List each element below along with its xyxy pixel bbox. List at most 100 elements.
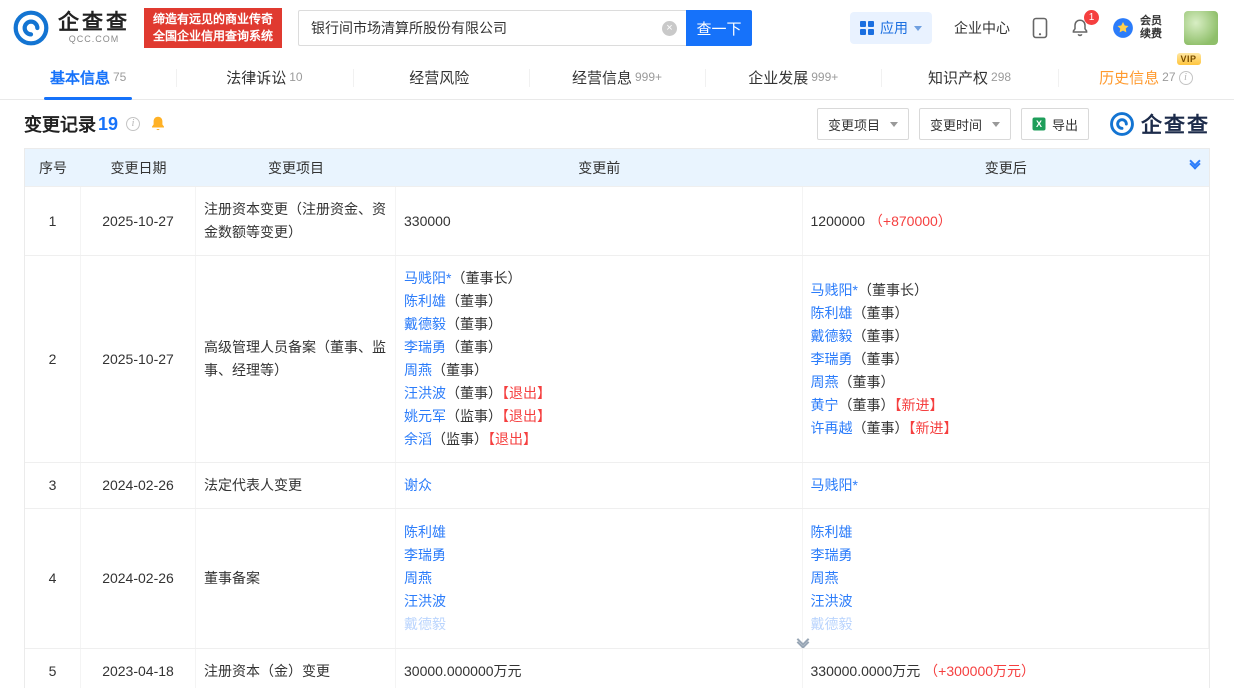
clear-search-icon[interactable]: × — [662, 21, 677, 36]
tab-development[interactable]: 企业发展 999+ — [705, 56, 881, 99]
person-link[interactable]: 马贱阳* — [811, 282, 858, 298]
person-link[interactable]: 姚元军 — [404, 408, 446, 424]
person-link[interactable]: 周燕 — [404, 362, 432, 378]
phone-icon — [1032, 17, 1048, 39]
person-link[interactable]: 李瑞勇 — [404, 339, 446, 355]
tab-label: 企业发展 — [748, 67, 808, 88]
person-link[interactable]: 陈利雄 — [404, 293, 446, 309]
cell-before: 谢众 — [396, 463, 803, 508]
col-header-after: 变更后 — [803, 158, 1210, 178]
cell-text: （董事长） — [858, 282, 928, 298]
cell-text: （董事） — [839, 374, 895, 390]
person-link[interactable]: 李瑞勇 — [404, 547, 446, 563]
tab-risk[interactable]: 经营风险 — [353, 56, 529, 99]
info-icon[interactable]: i — [126, 117, 140, 131]
tab-count: 10 — [289, 70, 302, 84]
cell-seq: 2 — [25, 256, 81, 462]
person-link[interactable]: 陈利雄 — [811, 524, 853, 540]
filter-change-time[interactable]: 变更时间 — [919, 108, 1011, 140]
tab-basic-info[interactable]: 基本信息 75 — [0, 56, 176, 99]
person-link[interactable]: 李瑞勇 — [811, 547, 853, 563]
cell-line: 周燕（董事） — [811, 371, 1202, 394]
table-row: 32024-02-26法定代表人变更谢众马贱阳* — [25, 462, 1209, 508]
person-link[interactable]: 陈利雄 — [811, 305, 853, 321]
cell-line: 黄宁（董事）【新进】 — [811, 394, 1202, 417]
member-renew-button[interactable]: 会员 续费 — [1112, 15, 1162, 41]
avatar[interactable] — [1184, 11, 1218, 45]
person-link[interactable]: 余滔 — [404, 431, 432, 447]
cell-date: 2024-02-26 — [81, 463, 196, 508]
expand-row-icon[interactable] — [798, 635, 807, 647]
cell-line: 戴德毅 — [404, 613, 794, 636]
person-link[interactable]: 汪洪波 — [404, 385, 446, 401]
tab-operation[interactable]: 经营信息 999+ — [529, 56, 705, 99]
export-button[interactable]: X 导出 — [1021, 108, 1089, 140]
tab-label: 知识产权 — [928, 67, 988, 88]
filter-change-item[interactable]: 变更项目 — [817, 108, 909, 140]
cell-text: （监事） — [446, 408, 502, 424]
tab-legal[interactable]: 法律诉讼 10 — [176, 56, 352, 99]
person-link[interactable]: 汪洪波 — [811, 593, 853, 609]
search-bar: × 查一下 — [298, 10, 752, 46]
person-link[interactable]: 许再越 — [811, 420, 853, 436]
change-tag: 【新进】 — [895, 397, 944, 413]
svg-text:X: X — [1036, 119, 1042, 129]
section-tabs: 基本信息 75 法律诉讼 10 经营风险 经营信息 999+ 企业发展 999+… — [0, 56, 1234, 100]
change-tag: （+870000） — [869, 213, 952, 229]
person-link[interactable]: 黄宁 — [811, 397, 839, 413]
cell-before: 马贱阳*（董事长）陈利雄（董事）戴德毅（董事）李瑞勇（董事）周燕（董事）汪洪波（… — [396, 256, 803, 462]
subscribe-bell-icon[interactable] — [149, 115, 167, 133]
cell-text: 330000 — [404, 213, 451, 229]
cell-line: 许再越（董事）【新进】 — [811, 417, 1202, 440]
tab-label: 经营信息 — [572, 67, 632, 88]
collapse-all-icon[interactable] — [1191, 157, 1199, 168]
cell-seq: 1 — [25, 187, 81, 255]
person-link[interactable]: 周燕 — [811, 374, 839, 390]
mobile-app-button[interactable] — [1032, 17, 1048, 39]
apps-menu[interactable]: 应用 — [850, 12, 932, 44]
chevron-down-icon — [992, 122, 1000, 127]
info-icon[interactable]: i — [1179, 71, 1193, 85]
person-link[interactable]: 周燕 — [811, 570, 839, 586]
tab-label: 经营风险 — [409, 67, 469, 88]
person-link[interactable]: 陈利雄 — [404, 524, 446, 540]
brand-logo[interactable]: 企查查 QCC.COM — [12, 9, 130, 47]
person-link[interactable]: 戴德毅 — [811, 328, 853, 344]
cell-item: 董事备案 — [196, 509, 396, 648]
person-link[interactable]: 马贱阳* — [811, 477, 858, 493]
person-link[interactable]: 马贱阳* — [404, 270, 451, 286]
cell-line: 李瑞勇 — [404, 544, 794, 567]
cell-seq: 4 — [25, 509, 81, 648]
cell-line: 马贱阳*（董事长） — [404, 267, 794, 290]
notifications-button[interactable]: 1 — [1070, 18, 1090, 38]
person-link[interactable]: 谢众 — [404, 477, 432, 493]
cell-line: 戴德毅（董事） — [811, 325, 1202, 348]
cell-line: 李瑞勇 — [811, 544, 1201, 567]
cell-after: 马贱阳* — [803, 463, 1210, 508]
tab-label: 法律诉讼 — [226, 67, 286, 88]
tab-count: 27 — [1162, 70, 1175, 84]
cell-line: 李瑞勇（董事） — [811, 348, 1202, 371]
person-link[interactable]: 戴德毅 — [811, 616, 853, 632]
cell-after: 马贱阳*（董事长） 陈利雄 （董事） 戴德毅（董事）李瑞勇（董事）周燕（董事）黄宁（董… — [803, 256, 1210, 462]
tab-intellectual-property[interactable]: 知识产权 298 — [881, 56, 1057, 99]
cell-date: 2024-02-26 — [81, 509, 196, 648]
enterprise-center-link[interactable]: 企业中心 — [954, 18, 1010, 38]
table-row: 22025-10-27高级管理人员备案（董事、监事、经理等）马贱阳*（董事长）陈… — [25, 255, 1209, 462]
qcc-watermark-logo: 企查查 — [1109, 109, 1210, 139]
tab-count: 75 — [113, 70, 126, 84]
person-link[interactable]: 戴德毅 — [404, 316, 446, 332]
search-input[interactable] — [299, 11, 686, 45]
section-title: 变更记录 — [24, 111, 96, 137]
person-link[interactable]: 戴德毅 — [404, 616, 446, 632]
cell-text: （监事） — [432, 431, 488, 447]
tab-history[interactable]: 历史信息 27 i VIP — [1058, 56, 1234, 99]
qcc-logo-icon — [1109, 111, 1135, 137]
person-link[interactable]: 汪洪波 — [404, 593, 446, 609]
apps-grid-icon — [860, 21, 874, 35]
slogan-line2: 全国企业信用查询系统 — [153, 28, 273, 45]
person-link[interactable]: 周燕 — [404, 570, 432, 586]
search-button[interactable]: 查一下 — [686, 10, 752, 46]
person-link[interactable]: 李瑞勇 — [811, 351, 853, 367]
cell-line: 周燕 — [811, 567, 1201, 590]
